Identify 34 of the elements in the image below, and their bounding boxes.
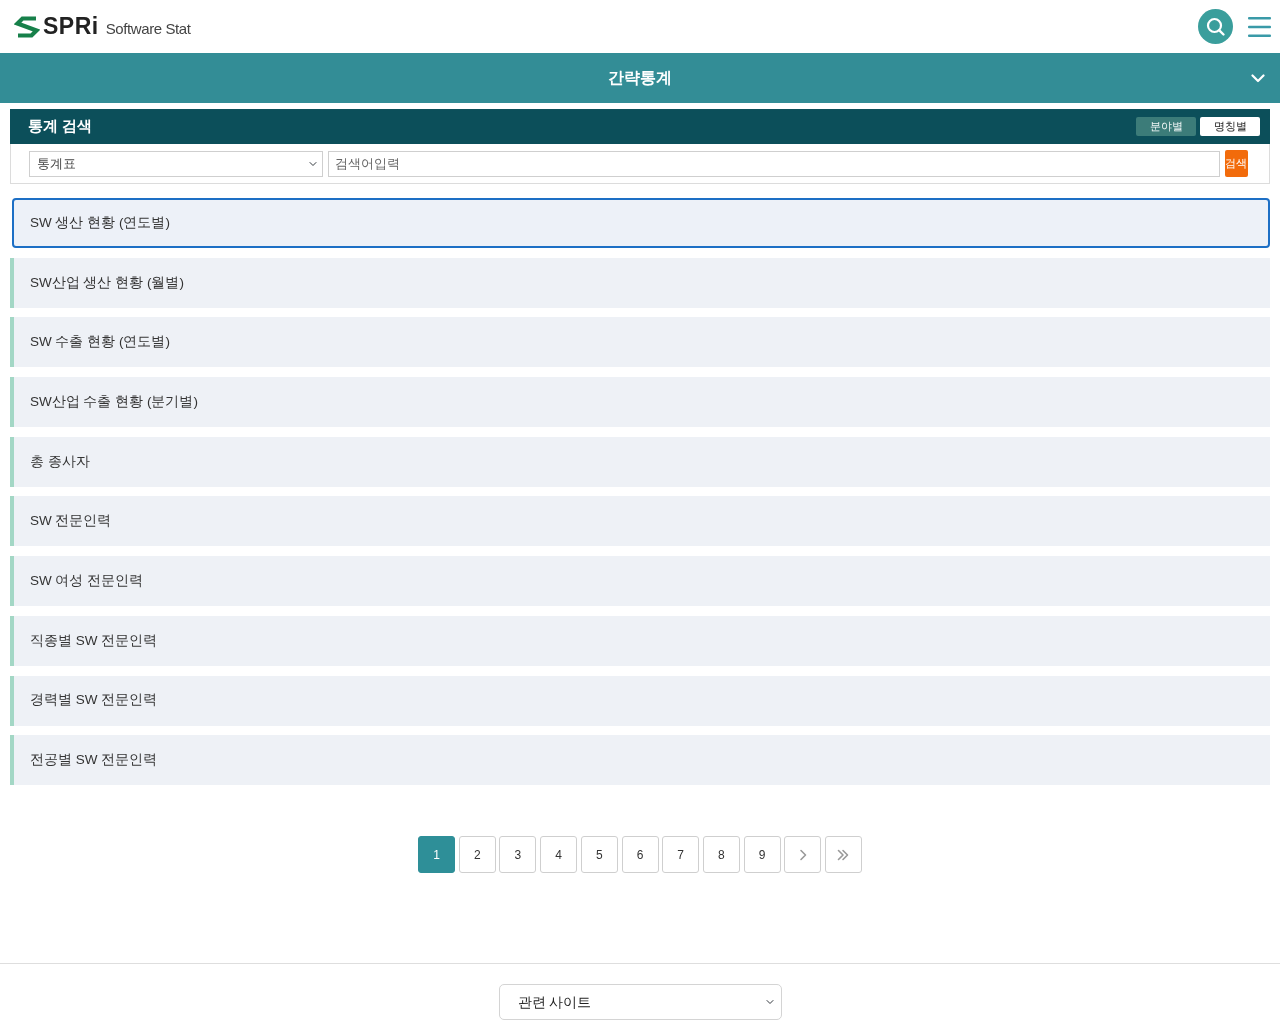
page-button[interactable]: 7 bbox=[662, 836, 700, 874]
panel-title: 통계 검색 bbox=[28, 116, 93, 137]
search-icon[interactable] bbox=[1198, 9, 1233, 44]
page-button[interactable]: 5 bbox=[580, 836, 618, 874]
result-item[interactable]: SW산업 수출 현황 (분기별) bbox=[10, 377, 1270, 428]
page-button[interactable]: 9 bbox=[743, 836, 781, 874]
category-select[interactable]: 통계표 bbox=[29, 150, 324, 177]
page-button[interactable]: 3 bbox=[499, 836, 537, 874]
page-button[interactable]: 1 bbox=[418, 836, 456, 874]
view-tab[interactable]: 분야별 bbox=[1136, 117, 1196, 136]
section-title: 간략통계 bbox=[608, 68, 672, 88]
page-button[interactable]: 4 bbox=[540, 836, 578, 874]
search-field[interactable]: 검색어입력 bbox=[328, 150, 1220, 177]
view-tab[interactable]: 명칭별 bbox=[1200, 117, 1260, 136]
page-button[interactable]: 8 bbox=[702, 836, 740, 874]
page-button[interactable]: 6 bbox=[621, 836, 659, 874]
result-item[interactable]: SW 전문인력 bbox=[10, 496, 1270, 547]
page-button[interactable]: 2 bbox=[458, 836, 496, 874]
result-item[interactable]: 총 종사자 bbox=[10, 436, 1270, 487]
result-item[interactable]: 직종별 SW 전문인력 bbox=[10, 615, 1270, 666]
result-item[interactable]: 경력별 SW 전문인력 bbox=[10, 675, 1270, 726]
double-chevron-right-icon bbox=[837, 848, 850, 861]
site-subtitle: Software Stat bbox=[105, 20, 191, 36]
last-page-button[interactable] bbox=[824, 836, 862, 874]
result-item[interactable]: 전공별 SW 전문인력 bbox=[10, 735, 1270, 786]
menu-icon[interactable] bbox=[1248, 15, 1271, 38]
logo-icon bbox=[14, 14, 40, 39]
related-sites-select[interactable]: 관련 사이트 bbox=[498, 984, 782, 1021]
result-item[interactable]: SW 여성 전문인력 bbox=[10, 556, 1270, 607]
result-item[interactable]: SW 생산 현황 (연도별) bbox=[12, 198, 1270, 248]
logo-text: SPRi bbox=[43, 15, 99, 38]
chevron-down-icon[interactable] bbox=[1251, 73, 1265, 83]
result-item[interactable]: SW 수출 현황 (연도별) bbox=[10, 317, 1270, 368]
result-item[interactable]: SW산업 생산 현황 (월별) bbox=[10, 257, 1270, 308]
